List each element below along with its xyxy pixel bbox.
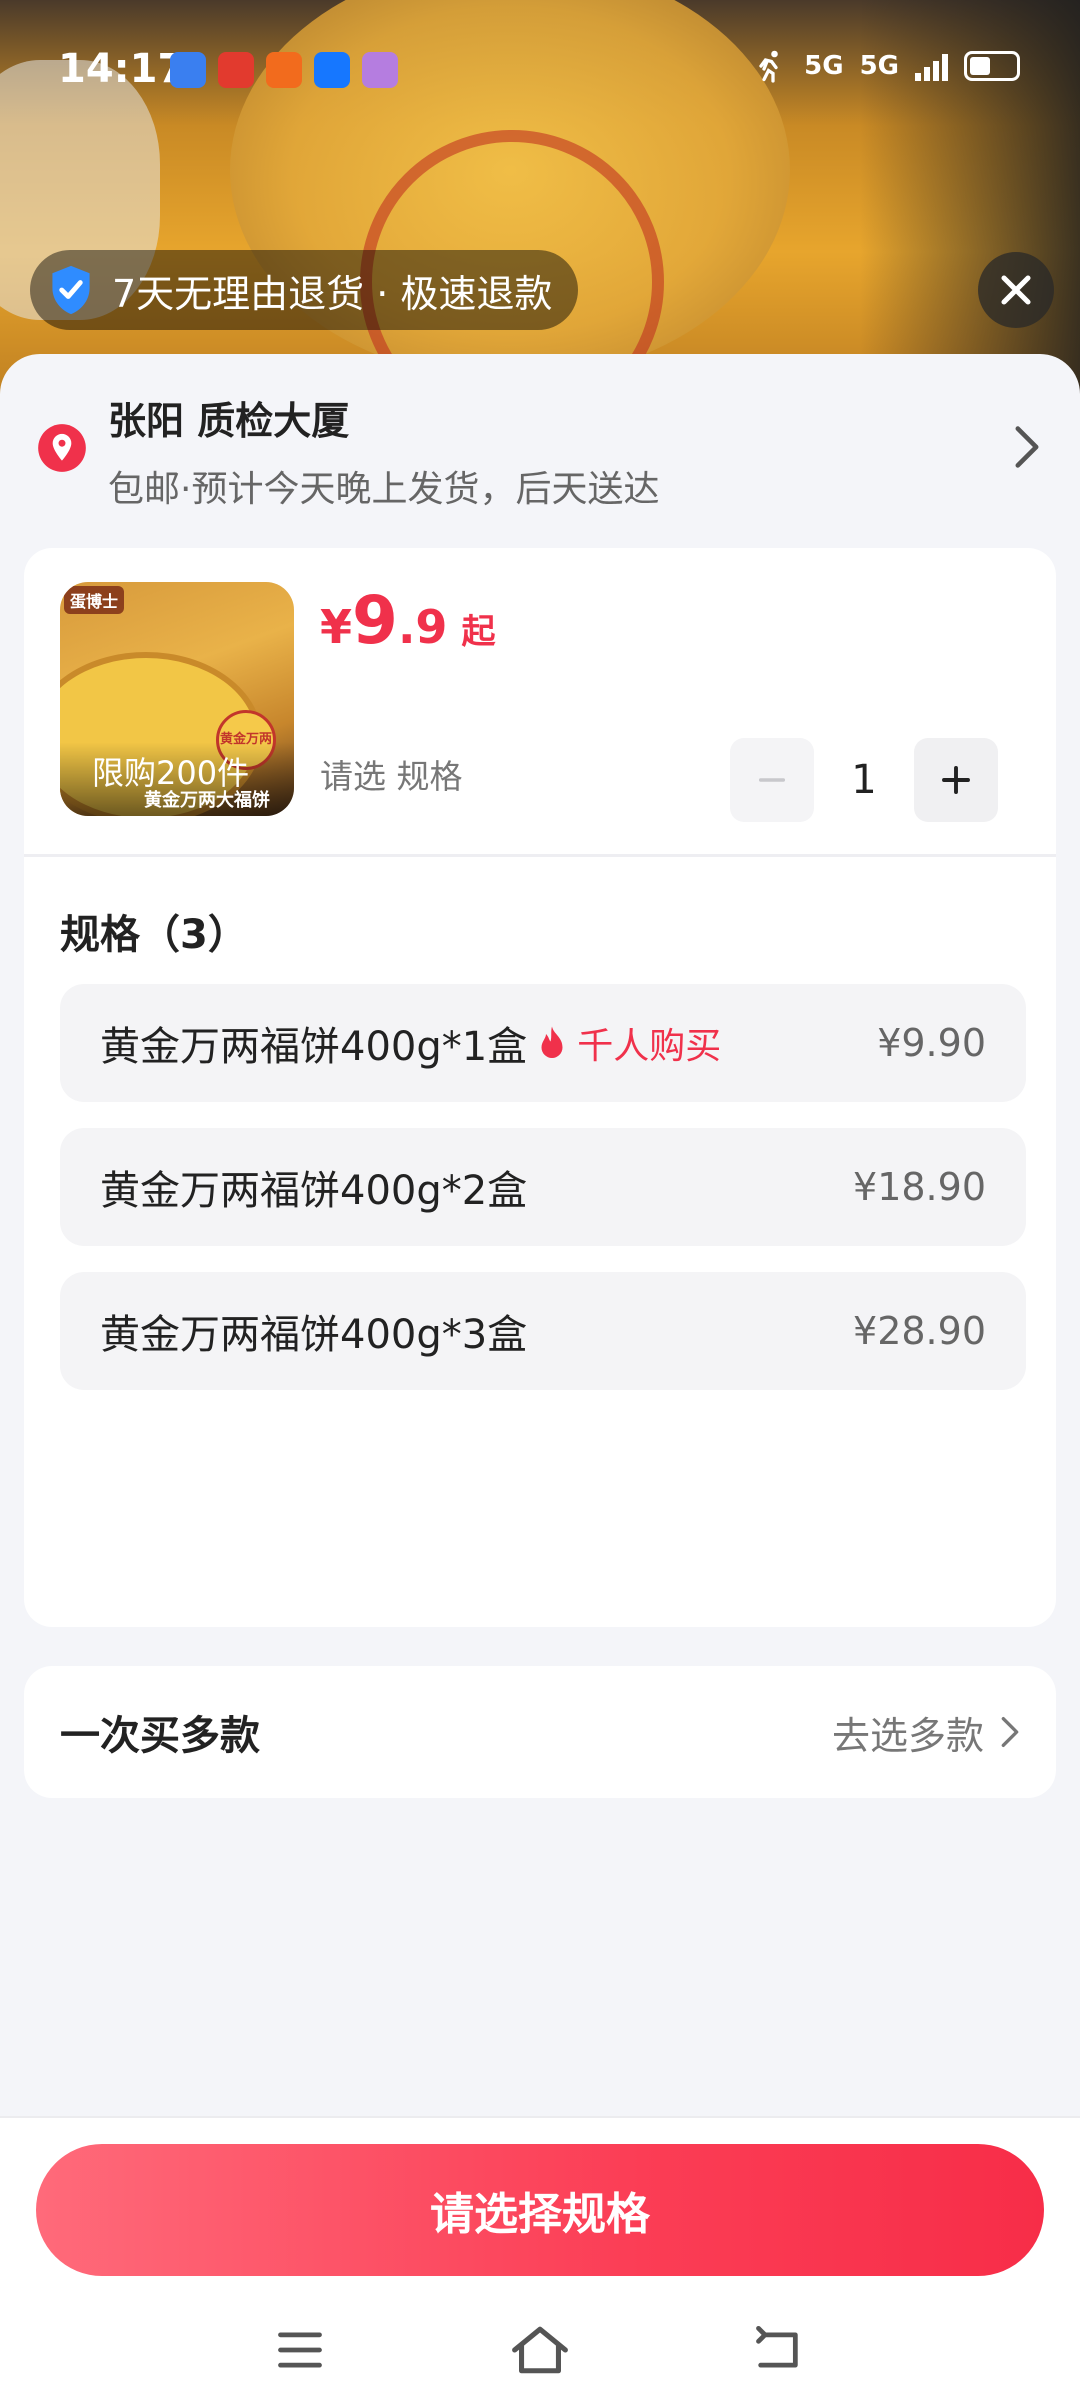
spec-options-list: 黄金万两福饼400g*1盒 千人购买 ¥9.90 黄金万两福饼400g*2盒 ¥… xyxy=(60,984,1026,1416)
alipay-icon xyxy=(314,52,350,88)
notification-app-icons xyxy=(170,52,398,88)
plus-icon xyxy=(942,766,970,794)
divider xyxy=(24,854,1056,857)
spec-option-price: ¥28.90 xyxy=(853,1309,986,1353)
menu-icon[interactable] xyxy=(274,2324,326,2376)
spec-option-price: ¥9.90 xyxy=(877,1021,986,1065)
thumb-brand: 蛋博士 xyxy=(64,586,125,614)
network-label-1: 5G xyxy=(804,51,844,81)
app-icon-red xyxy=(218,52,254,88)
close-icon xyxy=(1001,275,1031,305)
popular-badge: 千人购买 xyxy=(537,1017,721,1069)
address-row[interactable]: 张阳 质检大厦 包邮·预计今天晚上发货，后天送达 xyxy=(0,354,1080,534)
spec-option-1[interactable]: 黄金万两福饼400g*1盒 千人购买 ¥9.90 xyxy=(60,984,1026,1102)
shield-icon xyxy=(52,265,90,315)
chevron-right-icon xyxy=(1001,1716,1019,1747)
minus-icon xyxy=(758,778,786,782)
shipping-info: 包邮·预计今天晚上发货，后天送达 xyxy=(108,469,660,510)
status-right: 5G 5G xyxy=(752,48,1020,84)
status-time: 14:17 xyxy=(58,46,186,92)
spec-option-price: ¥18.90 xyxy=(853,1165,986,1209)
battery-icon xyxy=(964,51,1020,81)
address-name: 张阳 质检大厦 xyxy=(108,399,350,443)
network-label-2: 5G xyxy=(859,51,899,81)
product-thumbnail[interactable]: 蛋博士 黄金万两 限购200件 黄金万两大福饼 xyxy=(60,582,294,816)
sku-selection-sheet: 张阳 质检大厦 包邮·预计今天晚上发货，后天送达 蛋博士 黄金万两 限购200件… xyxy=(0,354,1080,2400)
guarantee-badge: 7天无理由退货 · 极速退款 xyxy=(30,250,579,330)
app-icon-orange xyxy=(266,52,302,88)
quantity-stepper: 1 xyxy=(730,738,998,822)
app-icon-purple xyxy=(362,52,398,88)
quantity-value[interactable]: 1 xyxy=(814,757,914,803)
thumb-subtitle: 黄金万两大福饼 xyxy=(144,790,270,811)
running-icon xyxy=(759,50,778,83)
price-suffix: 起 xyxy=(461,612,496,652)
select-spec-hint: 请选 规格 xyxy=(320,757,463,796)
multi-buy-label: 一次买多款 xyxy=(60,1713,260,1759)
price-currency: ¥ xyxy=(320,600,353,654)
multi-buy-row[interactable]: 一次买多款 去选多款 xyxy=(24,1666,1056,1798)
spec-option-2[interactable]: 黄金万两福饼400g*2盒 ¥18.90 xyxy=(60,1128,1026,1246)
spec-option-3[interactable]: 黄金万两福饼400g*3盒 ¥28.90 xyxy=(60,1272,1026,1390)
status-bar: 14:17 5G 5G xyxy=(0,0,1080,140)
back-icon[interactable] xyxy=(752,2324,804,2376)
flame-icon xyxy=(541,1026,563,1058)
product-card: 蛋博士 黄金万两 限购200件 黄金万两大福饼 ¥9.9 起 请选 规格 1 规格… xyxy=(24,548,1056,1627)
signal-icon xyxy=(915,51,948,81)
multi-buy-action-text: 去选多款 xyxy=(831,1713,984,1758)
price-integer: 9 xyxy=(352,582,398,659)
close-button[interactable] xyxy=(978,252,1054,328)
product-price: ¥9.9 起 xyxy=(320,582,495,659)
price-decimal: .9 xyxy=(397,600,448,654)
select-spec-button[interactable]: 请选择规格 xyxy=(36,2144,1044,2276)
chevron-right-icon xyxy=(1015,426,1039,468)
bottom-action-bar: 请选择规格 xyxy=(0,2116,1080,2402)
popular-badge-text: 千人购买 xyxy=(577,1026,722,1067)
spec-option-name: 黄金万两福饼400g*2盒 xyxy=(100,1168,528,1214)
app-icon-blue xyxy=(170,52,206,88)
multi-buy-action[interactable]: 去选多款 xyxy=(832,1705,1020,1760)
system-navigation-bar xyxy=(0,2314,1080,2394)
increase-quantity-button[interactable] xyxy=(914,738,998,822)
home-icon[interactable] xyxy=(510,2324,570,2376)
guarantee-text: 7天无理由退货 · 极速退款 xyxy=(112,271,553,316)
spec-option-name: 黄金万两福饼400g*3盒 xyxy=(100,1312,528,1358)
decrease-quantity-button[interactable] xyxy=(730,738,814,822)
location-pin-icon xyxy=(38,424,86,472)
spec-section-title: 规格（3） xyxy=(60,912,248,958)
spec-option-name: 黄金万两福饼400g*1盒 xyxy=(100,1024,528,1070)
